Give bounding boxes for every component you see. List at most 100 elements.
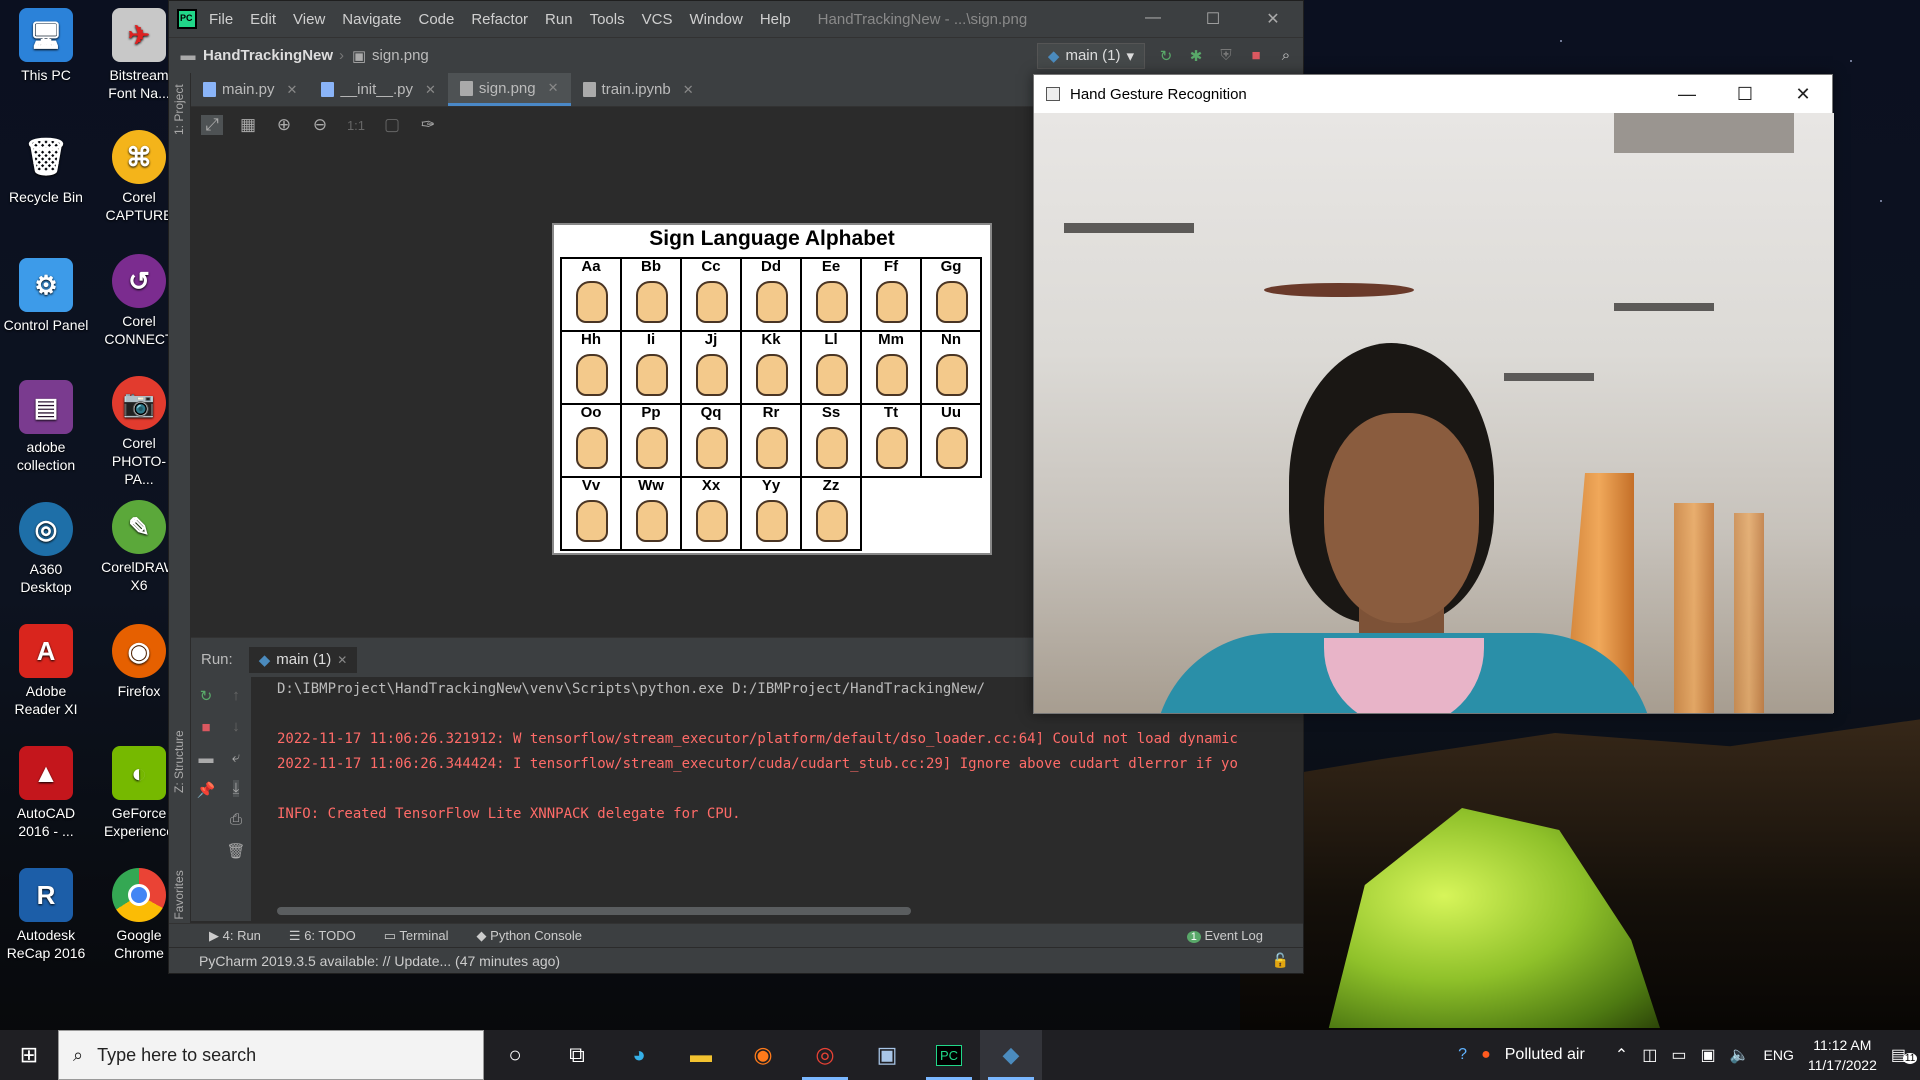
print-icon[interactable]: ⎙ [230, 811, 242, 828]
close-button[interactable]: ✕ [1774, 84, 1832, 105]
menu-item-refactor[interactable]: Refactor [471, 11, 528, 28]
menu-item-view[interactable]: View [293, 11, 325, 28]
status-message[interactable]: PyCharm 2019.3.5 available: // Update...… [199, 953, 560, 969]
layout-icon[interactable]: ▬ [199, 750, 214, 767]
pin-icon[interactable]: 📌 [197, 781, 216, 799]
run-tab-main[interactable]: ◆ main (1) ✕ [248, 646, 358, 673]
debug-icon[interactable]: ✱ [1187, 47, 1205, 65]
todo-tool-button[interactable]: ☰ 6: TODO [289, 928, 356, 944]
terminal-tool-button[interactable]: ▭ Terminal [384, 928, 449, 944]
trash-icon[interactable]: 🗑 [226, 842, 245, 860]
coverage-icon[interactable]: ⛨ [1217, 47, 1235, 65]
task-view-button[interactable]: ⧉ [546, 1030, 608, 1080]
recap-icon: R [19, 868, 73, 922]
menu-item-tools[interactable]: Tools [590, 11, 625, 28]
help-icon[interactable]: ? [1458, 1046, 1467, 1064]
up-arrow-icon[interactable]: ↑ [232, 687, 240, 704]
notification-center-button[interactable]: ▤ 11 [1891, 1045, 1918, 1065]
fit-zoom-icon[interactable]: ⤢ [201, 115, 223, 135]
start-button[interactable]: ⊞ [0, 1030, 58, 1080]
zoom-out-icon[interactable]: ⊖ [309, 115, 331, 135]
structure-tool-tab[interactable]: Z: Structure [172, 730, 186, 793]
tab-init-py[interactable]: __init__.py ✕ [309, 73, 447, 106]
project-tool-tab[interactable]: 1: Project [172, 84, 186, 135]
search-icon[interactable]: ⌕ [1277, 47, 1295, 65]
actual-size-button[interactable]: 1:1 [345, 118, 367, 133]
maximize-button[interactable]: ☐ [1716, 84, 1774, 105]
close-tab-icon[interactable]: ✕ [287, 82, 298, 98]
menu-item-edit[interactable]: Edit [250, 11, 276, 28]
taskbar-pycharm[interactable]: PC [918, 1030, 980, 1080]
tab-main-py[interactable]: main.py ✕ [191, 73, 309, 106]
close-tab-icon[interactable]: ✕ [425, 82, 436, 98]
taskbar-firefox[interactable]: ◉ [732, 1030, 794, 1080]
grid-icon[interactable]: ▦ [237, 115, 259, 135]
hand-sign-icon [636, 281, 668, 323]
menu-item-vcs[interactable]: VCS [642, 11, 673, 28]
chevron-up-icon[interactable]: ⌃ [1615, 1045, 1628, 1065]
horizontal-scrollbar[interactable] [277, 907, 911, 915]
zoom-in-icon[interactable]: ⊕ [273, 115, 295, 135]
weather-icon[interactable]: ● [1481, 1046, 1491, 1064]
close-tab-icon[interactable]: ✕ [337, 653, 347, 667]
maximize-button[interactable]: ☐ [1183, 9, 1243, 29]
run-tool-button[interactable]: ▶ 4: Run [209, 928, 261, 944]
desktop-icon-a360[interactable]: ◎ A360 Desktop [3, 502, 89, 596]
scroll-to-end-icon[interactable]: ⤓ [232, 780, 240, 797]
soft-wrap-icon[interactable]: ⤶ [232, 749, 240, 766]
desktop-icon-recycle-bin[interactable]: 🗑 Recycle Bin [3, 130, 89, 206]
background-icon[interactable]: ▢ [381, 115, 403, 135]
down-arrow-icon[interactable]: ↓ [232, 718, 240, 735]
stop-icon[interactable]: ■ [1247, 47, 1265, 65]
desktop-icon-adobe-collection[interactable]: ▤ adobe collection [3, 380, 89, 474]
menu-item-help[interactable]: Help [760, 11, 791, 28]
taskbar-chrome[interactable]: ◎ [794, 1030, 856, 1080]
weather-text[interactable]: Polluted air [1505, 1046, 1585, 1064]
close-tab-icon[interactable]: ✕ [548, 80, 559, 96]
desktop-icon-this-pc[interactable]: 🖥 This PC [3, 8, 89, 84]
menu-item-file[interactable]: File [209, 11, 233, 28]
letter-cell: Dd [742, 259, 802, 332]
tab-train-ipynb[interactable]: train.ipynb ✕ [571, 73, 706, 106]
rerun-icon[interactable]: ↻ [1157, 47, 1175, 65]
menu-item-navigate[interactable]: Navigate [342, 11, 401, 28]
hand-sign-icon [756, 427, 788, 469]
menu-item-window[interactable]: Window [689, 11, 742, 28]
run-configuration-select[interactable]: ◆ main (1) ▾ [1036, 42, 1145, 69]
minimize-button[interactable]: — [1123, 9, 1183, 29]
hand-sign-icon [936, 281, 968, 323]
menu-item-code[interactable]: Code [418, 11, 454, 28]
minimize-button[interactable]: — [1658, 84, 1716, 105]
desktop-icon-recap[interactable]: R Autodesk ReCap 2016 [3, 868, 89, 962]
python-console-tool-button[interactable]: ◆ Python Console [477, 928, 582, 944]
battery-icon[interactable]: ▭ [1671, 1045, 1686, 1065]
network-icon[interactable]: ▣ [1700, 1045, 1715, 1065]
tab-sign-png[interactable]: sign.png ✕ [447, 73, 571, 106]
alphabet-grid: Aa Bb Cc Dd Ee Ff Gg Hh Ii Jj Kk Ll Mm Nn Oo Pp Qq Rr Ss Tt… [560, 257, 982, 551]
desktop-icon-adobe-reader[interactable]: A Adobe Reader XI [3, 624, 89, 718]
close-tab-icon[interactable]: ✕ [683, 82, 694, 98]
close-button[interactable]: ✕ [1243, 9, 1303, 29]
meet-icon[interactable]: ◫ [1642, 1045, 1657, 1065]
menu-item-run[interactable]: Run [545, 11, 573, 28]
stop-icon[interactable]: ■ [201, 719, 210, 736]
language-indicator[interactable]: ENG [1764, 1047, 1794, 1063]
rerun-icon[interactable]: ↻ [200, 687, 213, 705]
volume-icon[interactable]: 🔈 [1730, 1045, 1750, 1065]
letter-cell: Tt [862, 405, 922, 478]
clock[interactable]: 11:12 AM 11/17/2022 [1808, 1035, 1877, 1075]
taskbar-search[interactable]: ⌕ Type here to search [58, 1030, 484, 1080]
desktop-icon-control-panel[interactable]: ⚙ Control Panel [3, 258, 89, 334]
breadcrumb-file[interactable]: sign.png [372, 47, 429, 64]
breadcrumb-project[interactable]: HandTrackingNew [203, 47, 333, 64]
cortana-button[interactable]: ○ [484, 1030, 546, 1080]
taskbar-app-window[interactable]: ▣ [856, 1030, 918, 1080]
taskbar-edge[interactable]: ◕ [608, 1030, 670, 1080]
firefox-icon: ◉ [112, 624, 166, 678]
desktop-icon-autocad[interactable]: ▲ AutoCAD 2016 - ... [3, 746, 89, 840]
taskbar-file-explorer[interactable]: ▬ [670, 1030, 732, 1080]
lock-icon[interactable]: 🔓 [1272, 952, 1289, 969]
color-picker-icon[interactable]: ✑ [417, 115, 439, 135]
event-log-button[interactable]: 1 Event Log [1186, 928, 1263, 943]
taskbar-python[interactable]: ◆ [980, 1030, 1042, 1080]
